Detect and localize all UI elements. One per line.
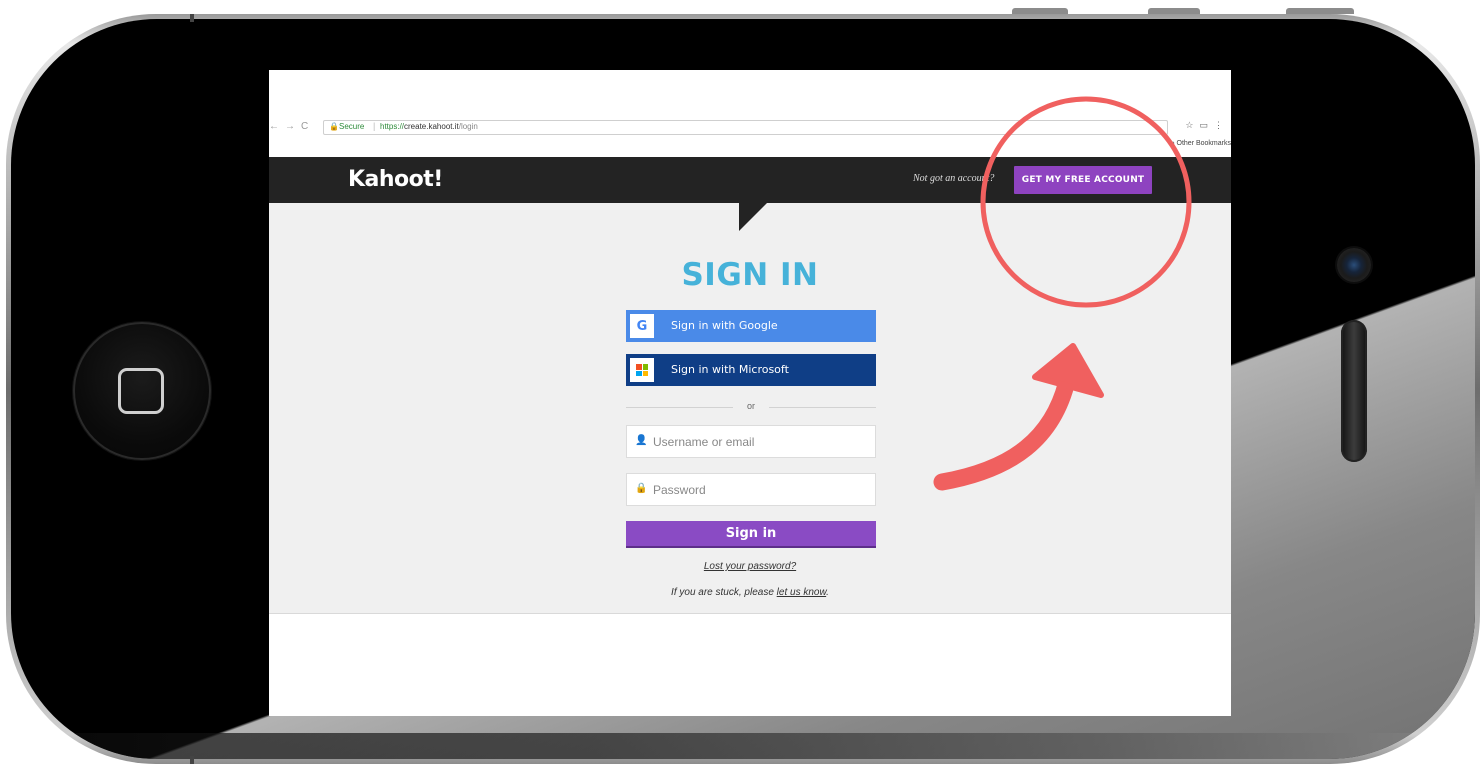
url-protocol: https:// bbox=[380, 122, 405, 131]
or-divider: or bbox=[626, 400, 876, 414]
login-panel: SIGN IN G Sign in with Google Sign in wi… bbox=[269, 203, 1231, 614]
microsoft-icon bbox=[630, 358, 654, 382]
bookmarks-bar[interactable]: » Other Bookmarks bbox=[1171, 140, 1231, 147]
camera-icon bbox=[1337, 248, 1371, 282]
username-field-wrapper: 👤 bbox=[626, 425, 876, 458]
browser-toolbar: ←→C 🔒 Secure | https://create.kahoot.it/… bbox=[269, 118, 1231, 136]
phone-screen: ←→C 🔒 Secure | https://create.kahoot.it/… bbox=[269, 70, 1231, 716]
browser-nav: ←→C bbox=[269, 121, 314, 132]
url-host: create.kahoot.it bbox=[404, 122, 459, 131]
url-text[interactable]: https://create.kahoot.it/login bbox=[380, 122, 478, 131]
sign-in-microsoft-button[interactable]: Sign in with Microsoft bbox=[626, 354, 876, 386]
microsoft-button-label: Sign in with Microsoft bbox=[671, 363, 789, 376]
help-suffix: . bbox=[826, 587, 829, 598]
lock-icon: 🔒 bbox=[329, 122, 339, 131]
phone-side-mark bbox=[190, 14, 194, 22]
star-icon[interactable]: ☆ bbox=[1185, 120, 1199, 130]
google-button-label: Sign in with Google bbox=[671, 319, 778, 332]
home-button[interactable] bbox=[73, 322, 211, 460]
let-us-know-link[interactable]: let us know bbox=[777, 587, 826, 598]
header-tail-shape bbox=[739, 203, 767, 231]
help-text: If you are stuck, please let us know. bbox=[269, 587, 1231, 598]
cast-icon[interactable]: ▭ bbox=[1199, 120, 1214, 130]
phone-top-button bbox=[1012, 8, 1068, 14]
bookmarks-label: » Other Bookmarks bbox=[1170, 140, 1231, 147]
reload-icon[interactable]: C bbox=[301, 121, 314, 132]
get-free-account-button[interactable]: GET MY FREE ACCOUNT bbox=[1014, 166, 1152, 194]
phone-side-mark bbox=[190, 756, 194, 764]
secure-label: Secure bbox=[339, 122, 365, 131]
divider-line bbox=[769, 407, 876, 408]
url-path: /login bbox=[458, 122, 478, 131]
site-header: Kahoot! Not got an account? GET MY FREE … bbox=[269, 157, 1231, 203]
username-input[interactable] bbox=[653, 433, 868, 451]
sign-in-button[interactable]: Sign in bbox=[626, 521, 876, 548]
home-square-icon bbox=[118, 368, 164, 414]
speaker-grille bbox=[1341, 320, 1367, 462]
or-label: or bbox=[746, 401, 755, 411]
arrow-right-icon[interactable]: → bbox=[285, 121, 301, 132]
phone-bottom-reflection bbox=[11, 733, 1475, 759]
url-separator: | bbox=[373, 121, 376, 131]
help-prefix: If you are stuck, please bbox=[671, 587, 777, 598]
password-field-wrapper: 🔒 bbox=[626, 473, 876, 506]
page-title: SIGN IN bbox=[681, 257, 819, 293]
sign-in-google-button[interactable]: G Sign in with Google bbox=[626, 310, 876, 342]
google-icon: G bbox=[630, 314, 654, 338]
lost-password-link[interactable]: Lost your password? bbox=[269, 561, 1231, 572]
kahoot-logo[interactable]: Kahoot! bbox=[348, 167, 443, 192]
phone-top-button bbox=[1148, 8, 1200, 14]
arrow-left-icon[interactable]: ← bbox=[269, 121, 285, 132]
phone-top-button bbox=[1286, 8, 1354, 14]
password-input[interactable] bbox=[653, 481, 868, 499]
browser-tools: ☆▭⋮ bbox=[1185, 120, 1229, 131]
address-bar[interactable]: 🔒 Secure | https://create.kahoot.it/logi… bbox=[323, 120, 1168, 135]
padlock-icon: 🔒 bbox=[635, 483, 648, 494]
not-got-account-text: Not got an account? bbox=[913, 173, 995, 184]
user-icon: 👤 bbox=[635, 435, 648, 446]
kebab-menu-icon[interactable]: ⋮ bbox=[1214, 120, 1229, 130]
